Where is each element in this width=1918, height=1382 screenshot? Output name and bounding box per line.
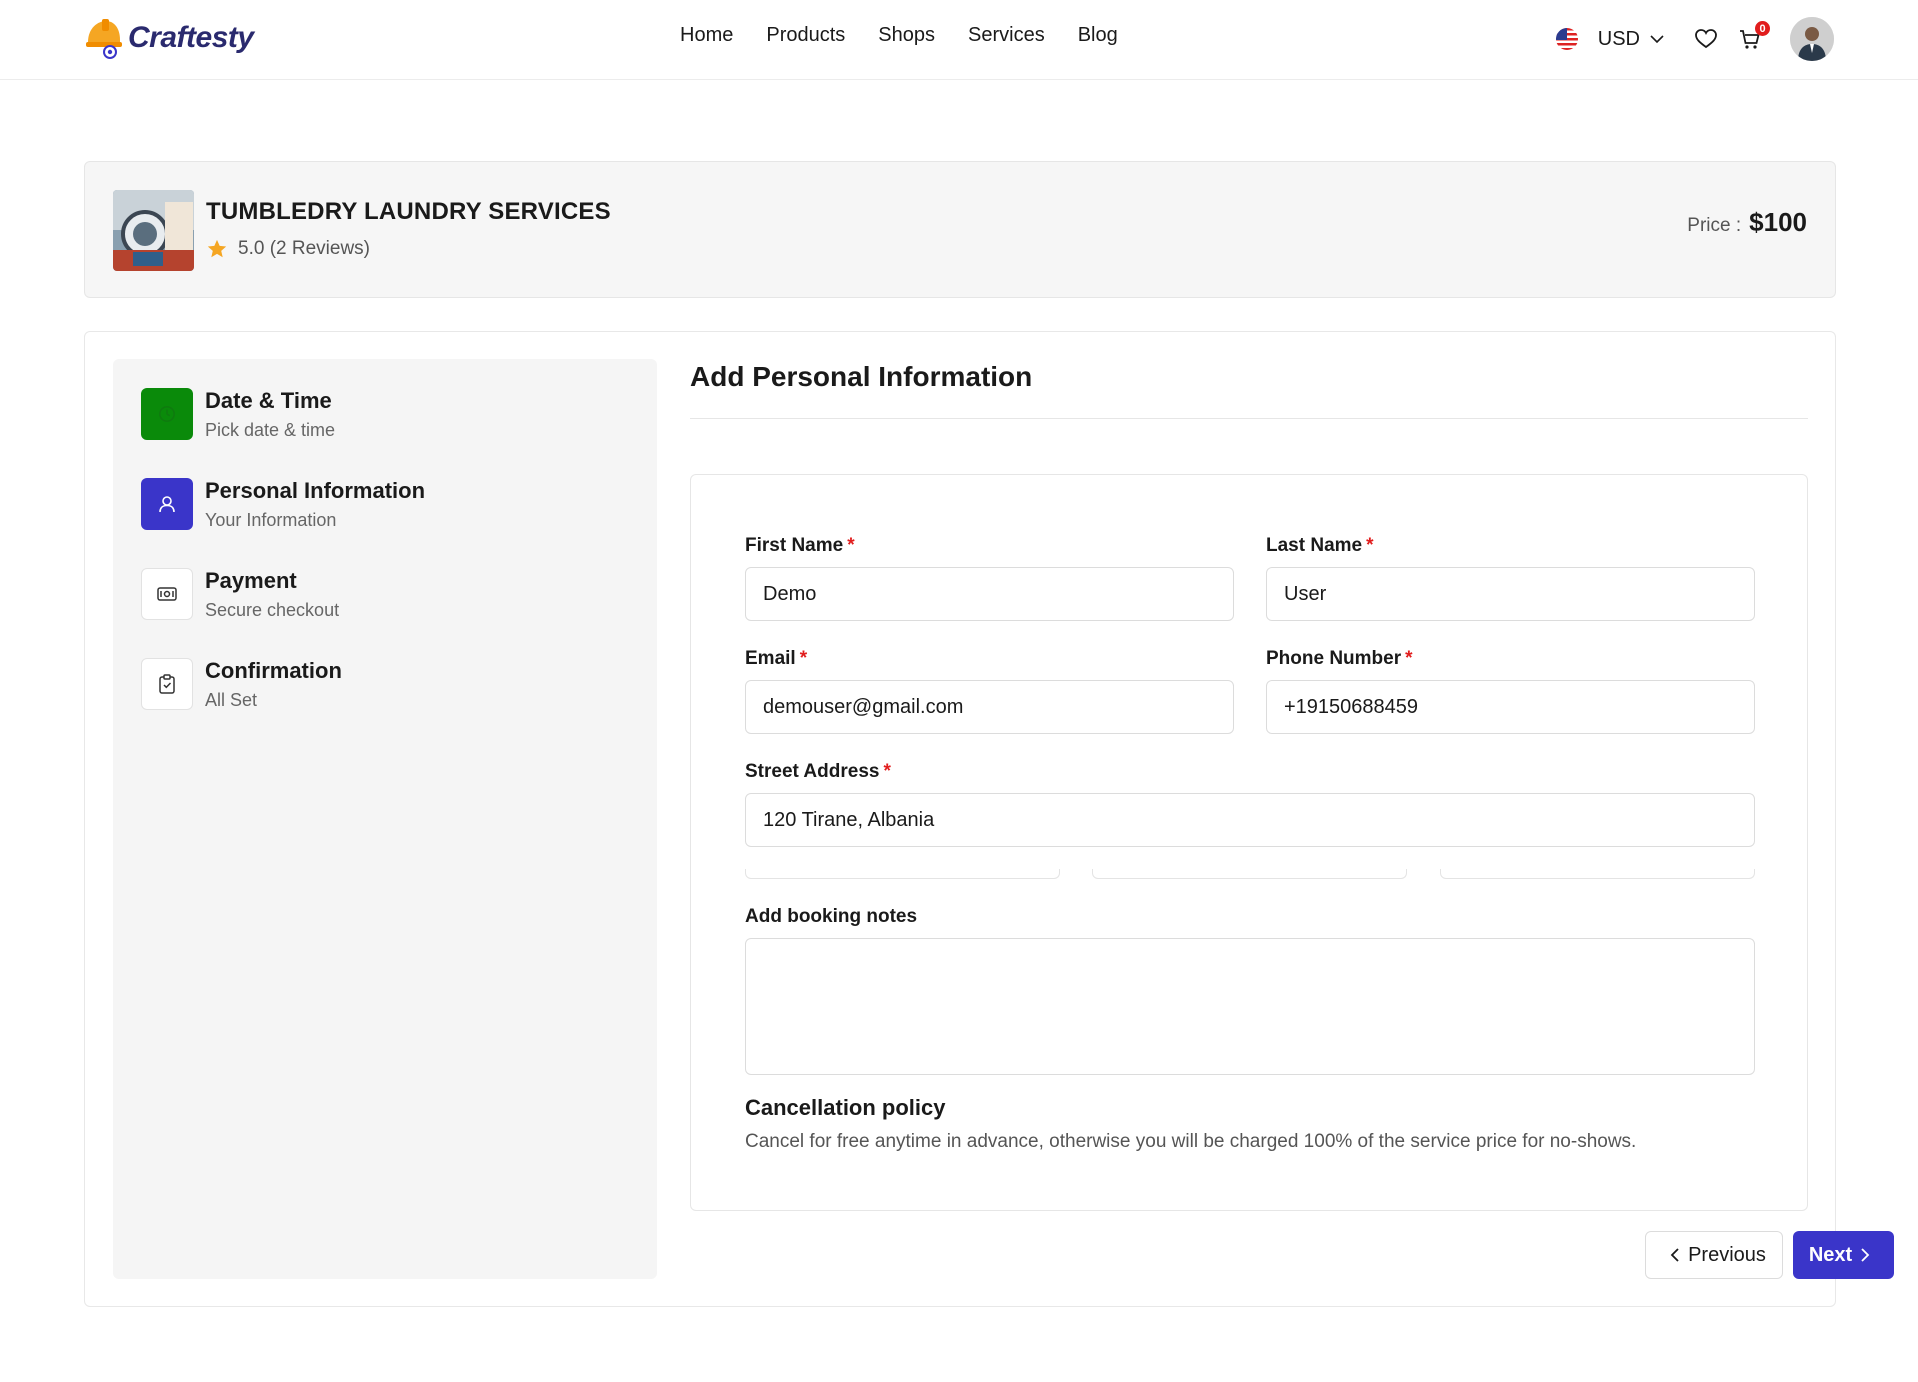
site-header: Craftesty Home Products Shops Services B… — [0, 0, 1918, 80]
step-title: Payment — [205, 568, 297, 593]
required-mark: * — [799, 648, 808, 669]
phone-label: Phone Number * — [1266, 648, 1755, 670]
service-price: Price : $100 — [1687, 207, 1807, 238]
service-title: TUMBLEDRY LAUNDRY SERVICES — [206, 198, 611, 225]
email-field: Email * — [745, 648, 1234, 734]
nav-products[interactable]: Products — [766, 24, 845, 47]
next-label: Next — [1808, 1243, 1853, 1266]
phone-input[interactable] — [1266, 680, 1755, 734]
form-heading: Add Personal Information — [690, 359, 1808, 419]
first-name-input[interactable] — [745, 567, 1234, 621]
step-confirmation-text: Confirmation All Set — [205, 658, 342, 718]
step-personal-information-text: Personal Information Your Information — [205, 478, 425, 538]
user-icon — [141, 478, 193, 530]
step-personal-information[interactable]: Personal Information Your Information — [141, 478, 621, 538]
nav-home[interactable]: Home — [680, 24, 733, 47]
last-name-field: Last Name * — [1266, 535, 1755, 621]
collapsed-state-field[interactable] — [1092, 869, 1407, 879]
header-actions: USD 0 — [1555, 16, 1834, 62]
first-name-label-text: First Name — [745, 535, 844, 556]
email-label-text: Email — [745, 648, 796, 669]
email-input[interactable] — [745, 680, 1234, 734]
first-name-field: First Name * — [745, 535, 1234, 621]
last-name-input[interactable] — [1266, 567, 1755, 621]
clock-icon — [141, 388, 193, 440]
step-subtitle: Your Information — [205, 510, 337, 530]
money-icon — [141, 568, 193, 620]
required-mark: * — [1366, 535, 1374, 556]
street-address-field: Street Address * — [745, 761, 1755, 847]
previous-button[interactable]: Previous — [1645, 1231, 1783, 1279]
required-mark: * — [847, 535, 855, 556]
step-confirmation[interactable]: Confirmation All Set — [141, 658, 621, 718]
chevron-right-icon — [1861, 1248, 1870, 1262]
cart-button[interactable]: 0 — [1738, 21, 1770, 51]
personal-info-form-area: Add Personal Information First Name* Las… — [690, 359, 1808, 1211]
us-flag-icon — [1555, 28, 1578, 50]
heart-icon — [1695, 29, 1717, 49]
last-name-label: Last Name * — [1266, 535, 1755, 557]
price-label: Price : — [1687, 215, 1742, 236]
main-nav: Home Products Shops Services Blog — [680, 24, 1151, 47]
chevron-left-icon — [1670, 1248, 1679, 1262]
personal-info-form: First Name* Last Name* Email* Phone Numb… — [690, 474, 1808, 1211]
step-payment-text: Payment Secure checkout — [205, 568, 339, 628]
previous-label: Previous — [1688, 1243, 1766, 1266]
service-thumbnail — [113, 190, 194, 271]
nav-blog[interactable]: Blog — [1078, 24, 1118, 47]
booking-steps: Date & Time Pick date & time Personal In… — [113, 359, 657, 1279]
currency-value: USD — [1597, 27, 1640, 50]
collapsed-city-field[interactable] — [745, 869, 1060, 879]
phone-field: Phone Number * — [1266, 648, 1755, 734]
step-date-time-text: Date & Time Pick date & time — [205, 388, 335, 448]
booking-notes-field: Add booking notes — [745, 906, 1755, 1080]
collapsed-zip-field[interactable] — [1440, 869, 1755, 879]
brand-name: Craftesty — [128, 21, 254, 54]
nav-services[interactable]: Services — [968, 24, 1045, 47]
step-date-time[interactable]: Date & Time Pick date & time — [141, 388, 621, 448]
brand-logo[interactable]: Craftesty — [84, 14, 254, 62]
first-name-label: First Name * — [745, 535, 1234, 557]
street-address-label-text: Street Address — [745, 761, 880, 782]
booking-notes-label: Add booking notes — [745, 906, 918, 927]
step-subtitle: Secure checkout — [205, 600, 340, 620]
helmet-logo-icon — [84, 16, 124, 60]
cancellation-policy-title: Cancellation policy — [745, 1095, 946, 1120]
clipboard-check-icon — [141, 658, 193, 710]
star-icon — [207, 239, 227, 258]
step-subtitle: Pick date & time — [205, 420, 336, 440]
last-name-label-text: Last Name — [1266, 535, 1363, 556]
nav-shops[interactable]: Shops — [878, 24, 935, 47]
service-rating: 5.0 (2 Reviews) — [206, 238, 370, 260]
required-mark: * — [883, 761, 891, 782]
step-payment[interactable]: Payment Secure checkout — [141, 568, 621, 628]
step-title: Confirmation — [205, 658, 342, 683]
rating-text: 5.0 (2 Reviews) — [238, 238, 370, 259]
chevron-down-icon — [1650, 35, 1664, 44]
currency-selector[interactable]: USD — [1598, 28, 1664, 51]
step-title: Date & Time — [205, 388, 332, 413]
price-value: $100 — [1749, 207, 1807, 237]
email-label: Email * — [745, 648, 1234, 670]
user-avatar[interactable] — [1790, 17, 1834, 61]
service-summary-card: TUMBLEDRY LAUNDRY SERVICES 5.0 (2 Review… — [84, 161, 1836, 298]
next-button[interactable]: Next — [1793, 1231, 1894, 1279]
street-address-label: Street Address * — [745, 761, 1755, 783]
cancellation-policy-text: Cancel for free anytime in advance, othe… — [745, 1131, 1637, 1152]
phone-label-text: Phone Number — [1266, 648, 1402, 669]
cart-count-badge: 0 — [1755, 21, 1770, 36]
wishlist-button[interactable] — [1694, 27, 1718, 51]
required-mark: * — [1405, 648, 1413, 669]
booking-panel: Date & Time Pick date & time Personal In… — [84, 331, 1894, 1307]
step-title: Personal Information — [205, 478, 426, 503]
step-subtitle: All Set — [205, 690, 258, 710]
booking-notes-textarea[interactable] — [745, 938, 1755, 1075]
street-address-input[interactable] — [745, 793, 1755, 847]
